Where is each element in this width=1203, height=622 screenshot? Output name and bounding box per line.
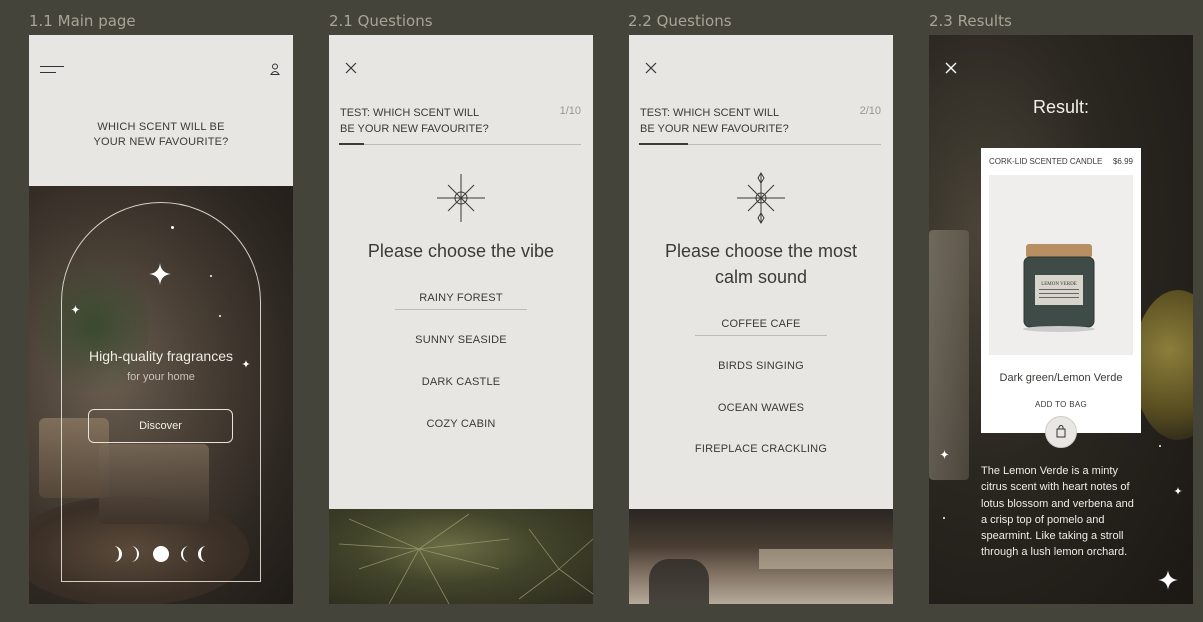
sparkle-icon	[940, 450, 949, 459]
candle-jar-graphic: LEMON VERDE	[1023, 244, 1095, 332]
dot-star	[943, 517, 945, 519]
cafe-photo	[629, 509, 893, 604]
frame-label-questions-1: 2.1 Questions	[329, 12, 433, 30]
option-cozy-cabin[interactable]: COZY CABIN	[329, 418, 593, 430]
test-title-line-1: TEST: WHICH SCENT WILL	[640, 107, 780, 119]
result-title: Result:	[1032, 97, 1090, 117]
results-screen: Result: CORK-LID SCENTED CANDLE $6.99 LE…	[929, 35, 1193, 604]
jar-label: LEMON VERDE	[1041, 282, 1077, 287]
option-birds-singing[interactable]: BIRDS SINGING	[629, 360, 893, 372]
question-counter: 2/10	[859, 105, 881, 117]
question-counter: 1/10	[559, 105, 581, 117]
test-title-line-2: BE YOUR NEW FAVOURITE?	[640, 123, 789, 135]
progress-track	[339, 144, 581, 145]
sun-icon	[437, 174, 485, 222]
add-to-bag-link[interactable]: ADD TO BAG	[981, 400, 1141, 409]
dot-star	[1159, 445, 1161, 447]
page-title: WHICH SCENT WILL BE YOUR NEW FAVOURITE?	[29, 120, 293, 150]
description-line: The Lemon Verde is a minty	[981, 465, 1118, 477]
close-icon[interactable]	[645, 62, 657, 74]
title-line-2: YOUR NEW FAVOURITE?	[93, 136, 229, 148]
frame-label-results: 2.3 Results	[929, 12, 1012, 30]
headline: High-quality fragrances	[89, 348, 233, 364]
close-icon[interactable]	[945, 62, 957, 74]
question-1-screen: TEST: WHICH SCENT WILL BE YOUR NEW FAVOU…	[329, 35, 593, 604]
compass-star-icon	[737, 172, 785, 224]
close-icon[interactable]	[345, 62, 357, 74]
title-line-1: WHICH SCENT WILL BE	[97, 121, 225, 133]
description-line: citrus scent with heart notes of	[981, 481, 1130, 494]
description-line: spearmint. Like taking a stroll	[981, 530, 1124, 543]
option-coffee-cafe[interactable]: COFFEE CAFE	[629, 318, 893, 336]
question-text: Please choose the vibe	[367, 241, 555, 261]
progress-fill	[339, 143, 365, 145]
background-lemon	[1133, 290, 1193, 440]
dot-star	[171, 226, 174, 229]
sparkle-icon	[71, 305, 80, 314]
dot-star	[219, 315, 221, 317]
question-line-2: calm sound	[714, 267, 808, 287]
dot-star	[210, 275, 212, 277]
hamburger-icon[interactable]	[40, 65, 66, 77]
test-title: TEST: WHICH SCENT WILL BE YOUR NEW FAVOU…	[340, 105, 489, 137]
arch-frame	[61, 202, 261, 582]
discover-button[interactable]: Discover	[88, 409, 233, 443]
option-sunny-seaside[interactable]: SUNNY SEASIDE	[329, 334, 593, 346]
option-dark-castle[interactable]: DARK CASTLE	[329, 376, 593, 388]
progress-fill	[639, 143, 689, 145]
question-text: Please choose the most calm sound	[629, 238, 893, 290]
option-fireplace-crackling[interactable]: FIREPLACE CRACKLING	[629, 443, 893, 455]
test-title-line-1: TEST: WHICH SCENT WILL	[340, 107, 480, 119]
question-line-1: Please choose the most	[664, 241, 858, 261]
product-description: The Lemon Verde is a minty citrus scent …	[981, 463, 1151, 561]
user-icon[interactable]	[270, 63, 280, 75]
main-page-screen: WHICH SCENT WILL BE YOUR NEW FAVOURITE? …	[29, 35, 293, 604]
sparkle-icon	[1174, 487, 1182, 495]
test-title-line-2: BE YOUR NEW FAVOURITE?	[340, 123, 489, 135]
background-jar	[929, 230, 969, 480]
description-line: a crisp top of pomelo and	[981, 513, 1105, 526]
pine-needles-graphic	[338, 513, 593, 604]
description-line: through a lush lemon orchard.	[981, 546, 1128, 559]
sparkle-icon	[1158, 570, 1178, 590]
header-area	[29, 35, 293, 186]
test-title: TEST: WHICH SCENT WILL BE YOUR NEW FAVOU…	[640, 105, 789, 137]
pine-photo	[329, 509, 593, 604]
product-price: $6.99	[1112, 157, 1133, 166]
subline: for your home	[127, 371, 195, 383]
sparkle-icon	[149, 263, 171, 285]
description-line: lotus blossom and verbena and	[981, 497, 1134, 510]
bag-icon	[1056, 425, 1066, 438]
bag-button[interactable]	[1045, 416, 1077, 448]
product-image: LEMON VERDE	[989, 175, 1133, 355]
moon-phases-icon	[114, 546, 206, 562]
frame-label-questions-2: 2.2 Questions	[628, 12, 732, 30]
option-ocean-wawes[interactable]: OCEAN WAWES	[629, 402, 893, 414]
product-name: CORK-LID SCENTED CANDLE	[989, 157, 1103, 166]
question-2-screen: TEST: WHICH SCENT WILL BE YOUR NEW FAVOU…	[629, 35, 893, 604]
option-rainy-forest[interactable]: RAINY FOREST	[329, 292, 593, 310]
product-card[interactable]: CORK-LID SCENTED CANDLE $6.99 LEMON VERD…	[981, 148, 1141, 433]
product-variant: Dark green/Lemon Verde	[999, 372, 1123, 384]
frame-label-main: 1.1 Main page	[29, 12, 136, 30]
